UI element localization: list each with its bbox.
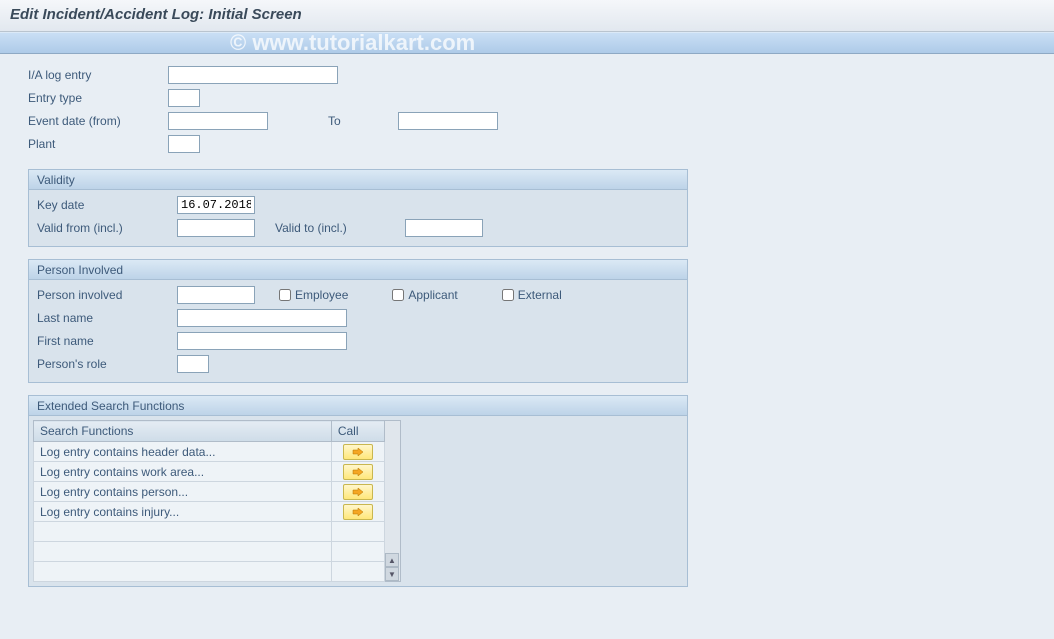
entry-type-input[interactable]: [168, 89, 200, 107]
call-button[interactable]: [343, 504, 373, 520]
applicant-checkbox-wrap[interactable]: Applicant: [388, 286, 457, 304]
validity-group: Validity Key date Valid from (incl.) Val…: [28, 169, 688, 247]
search-func-label[interactable]: Log entry contains person...: [34, 482, 332, 502]
extended-group: Extended Search Functions Search Functio…: [28, 395, 688, 587]
title-bar: Edit Incident/Accident Log: Initial Scre…: [0, 0, 1054, 32]
external-label: External: [518, 288, 562, 302]
arrow-right-icon: [352, 487, 364, 497]
person-involved-label: Person involved: [37, 288, 177, 302]
arrow-right-icon: [352, 447, 364, 457]
filter-block: I/A log entry Entry type Event date (fro…: [28, 64, 1044, 155]
call-button[interactable]: [343, 484, 373, 500]
page-title: Edit Incident/Accident Log: Initial Scre…: [10, 6, 1044, 23]
person-header: Person Involved: [29, 260, 687, 280]
ia-log-entry-input[interactable]: [168, 66, 338, 84]
person-role-input[interactable]: [177, 355, 209, 373]
search-functions-body: Log entry contains header data... Log en…: [34, 442, 385, 582]
valid-to-input[interactable]: [405, 219, 483, 237]
table-row-empty: [34, 542, 385, 562]
valid-to-label: Valid to (incl.): [275, 221, 405, 235]
scroll-track[interactable]: [385, 421, 400, 553]
call-button[interactable]: [343, 464, 373, 480]
last-name-input[interactable]: [177, 309, 347, 327]
content-area: I/A log entry Entry type Event date (fro…: [0, 54, 1054, 609]
event-date-to-label: To: [328, 114, 358, 128]
applicant-label: Applicant: [408, 288, 457, 302]
table-scrollbar[interactable]: ▲ ▼: [385, 420, 401, 582]
valid-from-label: Valid from (incl.): [37, 221, 177, 235]
person-group: Person Involved Person involved Employee…: [28, 259, 688, 383]
plant-input[interactable]: [168, 135, 200, 153]
plant-label: Plant: [28, 137, 168, 151]
search-func-label[interactable]: Log entry contains header data...: [34, 442, 332, 462]
valid-from-input[interactable]: [177, 219, 255, 237]
col-search-functions[interactable]: Search Functions: [34, 421, 332, 442]
table-row: Log entry contains header data...: [34, 442, 385, 462]
table-row: Log entry contains person...: [34, 482, 385, 502]
event-date-to-input[interactable]: [398, 112, 498, 130]
scroll-up-icon[interactable]: ▲: [385, 553, 399, 567]
ia-log-entry-label: I/A log entry: [28, 68, 168, 82]
call-button[interactable]: [343, 444, 373, 460]
scroll-down-icon[interactable]: ▼: [385, 567, 399, 581]
employee-checkbox[interactable]: [279, 289, 291, 301]
table-row-empty: [34, 562, 385, 582]
search-functions-table: Search Functions Call Log entry contains…: [33, 420, 385, 582]
event-date-from-label: Event date (from): [28, 114, 168, 128]
validity-header: Validity: [29, 170, 687, 190]
employee-label: Employee: [295, 288, 348, 302]
table-row: Log entry contains work area...: [34, 462, 385, 482]
key-date-input[interactable]: [177, 196, 255, 214]
entry-type-label: Entry type: [28, 91, 168, 105]
search-func-label[interactable]: Log entry contains injury...: [34, 502, 332, 522]
person-involved-input[interactable]: [177, 286, 255, 304]
person-role-label: Person's role: [37, 357, 177, 371]
key-date-label: Key date: [37, 198, 177, 212]
arrow-right-icon: [352, 467, 364, 477]
last-name-label: Last name: [37, 311, 177, 325]
table-row: Log entry contains injury...: [34, 502, 385, 522]
col-call[interactable]: Call: [331, 421, 384, 442]
employee-checkbox-wrap[interactable]: Employee: [275, 286, 348, 304]
applicant-checkbox[interactable]: [392, 289, 404, 301]
first-name-input[interactable]: [177, 332, 347, 350]
search-func-label[interactable]: Log entry contains work area...: [34, 462, 332, 482]
extended-header: Extended Search Functions: [29, 396, 687, 416]
toolbar-strip: [0, 32, 1054, 54]
external-checkbox-wrap[interactable]: External: [498, 286, 562, 304]
first-name-label: First name: [37, 334, 177, 348]
external-checkbox[interactable]: [502, 289, 514, 301]
table-row-empty: [34, 522, 385, 542]
event-date-from-input[interactable]: [168, 112, 268, 130]
arrow-right-icon: [352, 507, 364, 517]
